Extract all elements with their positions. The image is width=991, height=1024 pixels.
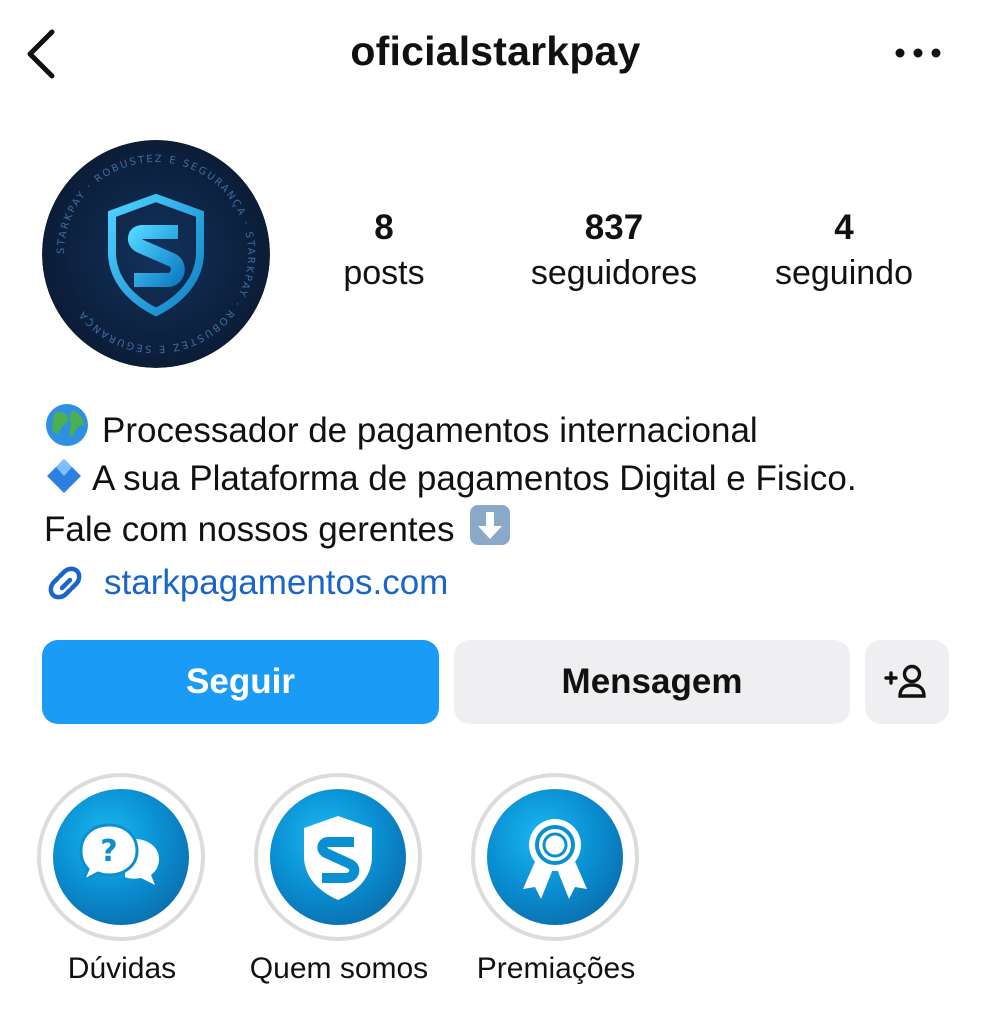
highlight-cover xyxy=(270,789,406,925)
link-icon xyxy=(48,566,82,600)
highlight-ring xyxy=(254,773,422,941)
bio-line-2-text: A sua Plataforma de pagamentos Digital e… xyxy=(92,459,857,498)
bio-line-1-text: Processador de pagamentos internacional xyxy=(102,411,758,450)
avatar[interactable]: STARKPAY · ROBUSTEZ E SEGURANÇA · STARKP… xyxy=(42,140,270,368)
followers-count-label: seguidores xyxy=(530,254,698,292)
ellipsis-icon xyxy=(895,48,941,58)
followers-count-value: 837 xyxy=(584,208,644,247)
highlight-quem-somos[interactable]: Quem somos xyxy=(250,773,428,985)
more-options-button[interactable] xyxy=(892,38,944,68)
bio-line-3: Fale com nossos gerentes xyxy=(44,503,964,554)
followers-count[interactable]: 837 seguidores xyxy=(504,206,724,296)
top-bar: oficialstarkpay xyxy=(0,0,991,110)
posts-count-label: posts xyxy=(343,254,425,292)
posts-count: 8 posts xyxy=(324,206,444,296)
posts-count-value: 8 xyxy=(374,208,394,247)
highlight-ring: ? xyxy=(37,773,205,941)
shield-s-icon xyxy=(304,816,372,900)
following-count-value: 4 xyxy=(834,208,854,247)
following-count[interactable]: 4 seguindo xyxy=(758,206,930,296)
add-user-icon xyxy=(884,664,926,698)
highlight-duvidas[interactable]: ? Dúvidas xyxy=(37,773,207,985)
highlight-ring xyxy=(471,773,639,941)
website-link-text: starkpagamentos.com xyxy=(104,563,449,602)
down-arrow-icon xyxy=(470,505,511,545)
highlight-cover: ? xyxy=(53,789,189,925)
page-title: oficialstarkpay xyxy=(350,28,641,74)
highlight-label: Quem somos xyxy=(249,952,429,985)
following-count-label: seguindo xyxy=(774,254,913,292)
award-ribbon-icon xyxy=(523,819,587,899)
question-bubbles-icon: ? xyxy=(79,823,159,885)
highlight-premiacoes[interactable]: Premiações xyxy=(471,773,641,985)
highlight-label: Dúvidas xyxy=(67,952,177,985)
svg-text:?: ? xyxy=(100,834,117,869)
highlight-cover xyxy=(487,789,623,925)
bio-line-3-text: Fale com nossos gerentes xyxy=(44,510,455,549)
website-link[interactable]: starkpagamentos.com xyxy=(42,558,448,608)
bio: Processador de pagamentos internacional … xyxy=(44,402,964,554)
starkpay-logo-icon: STARKPAY · ROBUSTEZ E SEGURANÇA · STARKP… xyxy=(42,140,270,368)
add-user-button[interactable] xyxy=(865,640,949,724)
message-button[interactable]: Mensagem xyxy=(454,640,850,724)
bio-line-2: A sua Plataforma de pagamentos Digital e… xyxy=(44,455,964,503)
blue-diamond-icon xyxy=(47,459,81,493)
bio-line-1: Processador de pagamentos internacional xyxy=(44,402,964,455)
globe-icon xyxy=(46,404,88,446)
highlight-label: Premiações xyxy=(476,952,636,985)
follow-button[interactable]: Seguir xyxy=(42,640,439,724)
